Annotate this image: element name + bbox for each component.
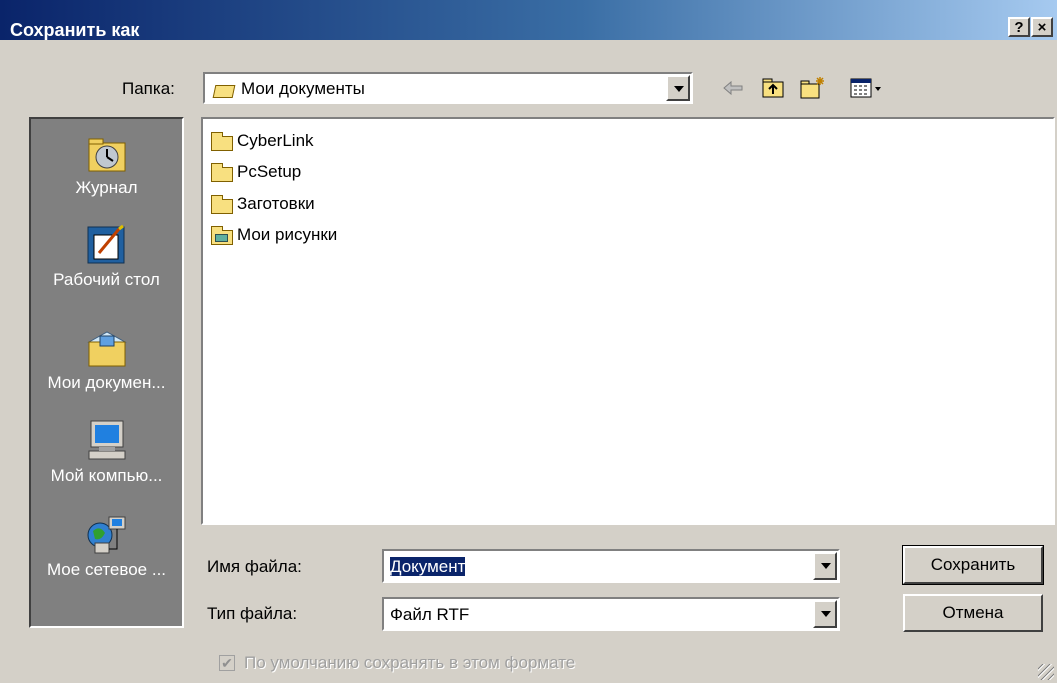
filename-input[interactable]: Документ [382,549,840,583]
cancel-button[interactable]: Отмена [903,594,1043,632]
filetype-select[interactable]: Файл RTF [382,597,840,631]
up-folder-icon[interactable] [760,75,786,101]
places-bar: Журнал Рабочий стол Мои докумен... Мой к… [29,117,184,628]
my-documents-icon [85,326,129,370]
back-arrow-icon[interactable] [720,75,746,101]
default-format-label: По умолчанию сохранять в этом формате [244,653,576,672]
save-button[interactable]: Сохранить [902,545,1044,585]
default-format-checkbox[interactable]: ✔ [219,655,235,671]
desktop-icon [85,223,129,267]
list-item[interactable]: CyberLink [209,129,314,153]
place-network[interactable]: Мое сетевое ... [31,513,182,581]
new-folder-icon[interactable] [799,75,825,101]
view-menu-icon[interactable] [849,75,893,101]
my-computer-icon [85,419,129,463]
pictures-folder-icon [209,225,235,246]
window-title: Сохранить как [10,20,140,40]
place-my-documents[interactable]: Мои докумен... [31,326,182,394]
history-icon [85,131,129,175]
folder-icon [209,162,235,183]
folder-combo-value: Мои документы [212,78,365,100]
folder-label: Папка: [122,79,175,98]
filetype-dropdown-button[interactable] [813,600,837,628]
list-item[interactable]: Мои рисунки [209,223,337,247]
list-item[interactable]: Заготовки [209,192,315,216]
help-button[interactable]: ? [1008,17,1030,37]
resize-grip[interactable] [1038,664,1054,680]
open-folder-icon [212,81,237,99]
filename-value: Документ [390,557,466,576]
list-item[interactable]: PcSetup [209,160,301,184]
place-history[interactable]: Журнал [31,131,182,199]
filename-dropdown-button[interactable] [813,552,837,580]
close-button[interactable]: × [1031,17,1053,37]
filename-label: Имя файла: [207,557,302,576]
place-my-computer[interactable]: Мой компью... [31,419,182,487]
filetype-value: Файл RTF [390,605,470,624]
folder-icon [209,194,235,215]
title-bar: Сохранить как ? × [0,0,1057,40]
folder-dropdown-button[interactable] [666,75,690,101]
filetype-label: Тип файла: [207,604,298,623]
folder-combo[interactable]: Мои документы [203,72,693,104]
folder-icon [209,131,235,152]
file-list[interactable]: CyberLink PcSetup Заготовки Мои рисунки [201,117,1055,525]
place-desktop[interactable]: Рабочий стол [31,223,182,291]
network-places-icon [85,513,129,557]
